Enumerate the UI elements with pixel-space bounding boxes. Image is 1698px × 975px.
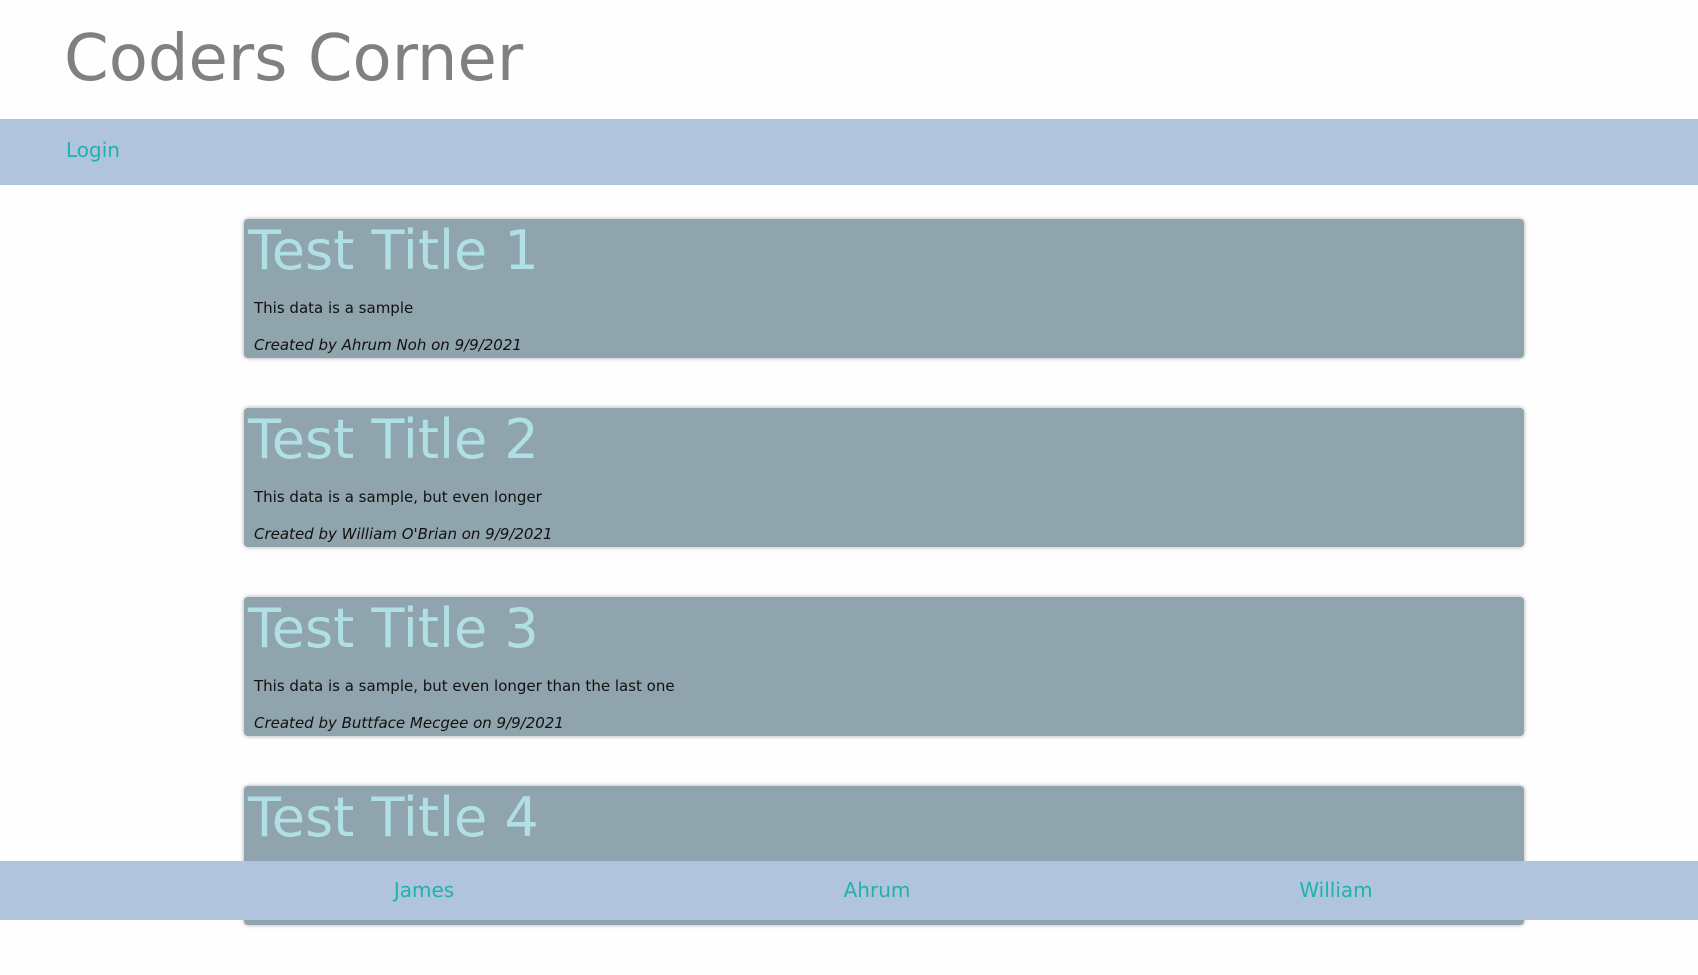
login-link[interactable]: Login [66, 138, 120, 162]
post-body: This data is a sample, but even longer [254, 488, 542, 506]
site-title: Coders Corner [64, 22, 524, 96]
post-meta: Created by Ahrum Noh on 9/9/2021 [254, 336, 522, 354]
post-title: Test Title 2 [248, 408, 539, 471]
nav-bar: Login [0, 119, 1698, 185]
post-card: Test Title 2 This data is a sample, but … [244, 408, 1524, 547]
footer-bar: James Ahrum William [0, 861, 1698, 920]
post-body: This data is a sample [254, 299, 414, 317]
footer-link-james[interactable]: James [394, 878, 454, 902]
footer-link-william[interactable]: William [1299, 878, 1372, 902]
post-card: Test Title 3 This data is a sample, but … [244, 597, 1524, 736]
post-card: Test Title 1 This data is a sample Creat… [244, 219, 1524, 358]
site-header: Coders Corner [0, 0, 1698, 119]
post-body: This data is a sample, but even longer t… [254, 677, 675, 695]
post-title: Test Title 4 [248, 786, 539, 849]
post-title: Test Title 1 [248, 219, 539, 282]
footer-link-ahrum[interactable]: Ahrum [844, 878, 911, 902]
post-title: Test Title 3 [248, 597, 539, 660]
post-meta: Created by William O'Brian on 9/9/2021 [254, 525, 553, 543]
post-meta: Created by Buttface Mecgee on 9/9/2021 [254, 714, 564, 732]
